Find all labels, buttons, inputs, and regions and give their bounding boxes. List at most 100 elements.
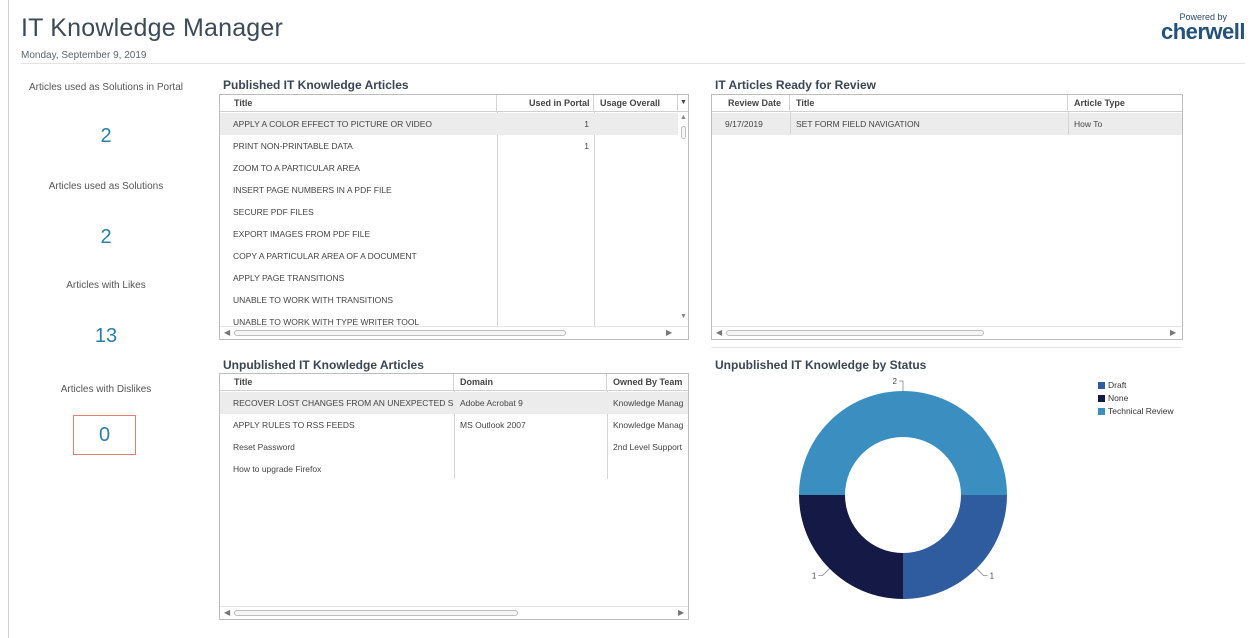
review-col-date[interactable]: Review Date (712, 95, 790, 112)
unpublished-col-domain[interactable]: Domain (454, 374, 607, 391)
data-label-technical-review: 2 (893, 378, 898, 386)
review-articles-title: IT Articles Ready for Review (715, 78, 876, 92)
kpi-portal-solutions-label: Articles used as Solutions in Portal (29, 82, 183, 93)
table-row[interactable]: APPLY A COLOR EFFECT TO PICTURE OR VIDEO… (220, 113, 678, 135)
scrollbar-thumb[interactable] (681, 126, 686, 139)
review-col-divider (1068, 112, 1069, 134)
table-row[interactable]: How to upgrade Firefox (220, 458, 688, 480)
kpi-solutions-value[interactable]: 2 (21, 226, 191, 249)
scroll-right-icon[interactable]: ▶ (666, 327, 672, 339)
row-title: How to upgrade Firefox (233, 464, 322, 474)
row-title: APPLY A COLOR EFFECT TO PICTURE OR VIDEO (233, 119, 433, 129)
review-col-article-type[interactable]: Article Type (1068, 95, 1182, 112)
published-articles-grid: Title Used in Portal Usage Overall ▼ APP… (219, 94, 689, 340)
scroll-left-icon[interactable]: ◀ (716, 327, 722, 339)
kpi-dislikes-value[interactable]: 0 (73, 415, 136, 455)
kpi-portal-solutions-value[interactable]: 2 (21, 125, 191, 148)
header-divider (21, 63, 1245, 64)
brand-logo: Powered by cherwell (1160, 12, 1246, 45)
table-row[interactable]: PRINT NON-PRINTABLE DATA 1 (220, 135, 678, 157)
donut-slice-technical-review[interactable] (799, 391, 1007, 495)
row-usage-overall (594, 113, 678, 135)
review-col-title[interactable]: Title (790, 95, 1068, 112)
legend-swatch (1098, 382, 1105, 389)
horizontal-scrollbar[interactable]: ◀ ▶ (220, 326, 688, 338)
scroll-left-icon[interactable]: ◀ (224, 327, 230, 339)
published-articles-title: Published IT Knowledge Articles (223, 78, 409, 92)
vertical-scrollbar[interactable]: ▲ ▼ (678, 112, 688, 326)
row-title: SECURE PDF FILES (233, 207, 314, 217)
kpi-dislikes-label: Articles with Dislikes (60, 384, 152, 395)
scroll-right-icon[interactable]: ▶ (678, 607, 684, 619)
donut-slice-draft[interactable] (903, 495, 1007, 599)
horizontal-scrollbar[interactable]: ◀ ▶ (712, 326, 1182, 338)
legend-item-technical-review[interactable]: Technical Review (1098, 405, 1174, 418)
legend-label: None (1108, 393, 1129, 403)
data-label-leader (976, 568, 988, 577)
row-review-date: 9/17/2019 (725, 119, 763, 129)
review-articles-grid: Review Date Title Article Type 9/17/2019… (711, 94, 1183, 340)
row-title: COPY A PARTICULAR AREA OF A DOCUMENT (233, 251, 417, 261)
table-row[interactable]: UNABLE TO WORK WITH TYPE WRITER TOOL (220, 311, 678, 327)
row-usage-overall (594, 135, 678, 157)
chart-legend: Draft None Technical Review (1098, 379, 1174, 418)
table-row[interactable]: APPLY RULES TO RSS FEEDS MS Outlook 2007… (220, 414, 688, 436)
status-donut-chart: 2 1 1 (799, 378, 1007, 599)
review-col-divider (790, 112, 791, 134)
table-row[interactable]: APPLY PAGE TRANSITIONS (220, 267, 678, 289)
row-title: RECOVER LOST CHANGES FROM AN UNEXPECTED … (233, 398, 454, 408)
row-used-in-portal: 1 (584, 141, 589, 151)
table-row[interactable]: RECOVER LOST CHANGES FROM AN UNEXPECTED … (220, 392, 688, 414)
row-title: Reset Password (233, 442, 295, 452)
table-row[interactable]: EXPORT IMAGES FROM PDF FILE (220, 223, 678, 245)
unpublished-articles-title: Unpublished IT Knowledge Articles (223, 358, 424, 372)
table-row[interactable]: ZOOM TO A PARTICULAR AREA (220, 157, 678, 179)
data-label-none: 1 (812, 572, 817, 581)
row-title: EXPORT IMAGES FROM PDF FILE (233, 229, 371, 239)
data-label-leader (818, 568, 830, 577)
scroll-right-icon[interactable]: ▶ (1170, 327, 1176, 339)
row-title: PRINT NON-PRINTABLE DATA (233, 141, 353, 151)
status-chart-title: Unpublished IT Knowledge by Status (715, 358, 927, 372)
row-used-in-portal: 1 (584, 119, 589, 129)
dashboard-date: Monday, September 9, 2019 (21, 50, 147, 61)
published-col-used-in-portal[interactable]: Used in Portal (497, 95, 594, 112)
legend-item-none[interactable]: None (1098, 392, 1174, 405)
row-title: ZOOM TO A PARTICULAR AREA (233, 163, 360, 173)
brand-name: cherwell (1160, 19, 1246, 44)
donut-slice-none[interactable] (799, 495, 903, 599)
column-menu-icon[interactable]: ▼ (678, 95, 688, 112)
unpublished-col-title[interactable]: Title (220, 374, 454, 391)
section-divider (711, 347, 1183, 348)
horizontal-scrollbar[interactable]: ◀ ▶ (220, 606, 688, 618)
row-owned-by-team: 2nd Level Support (613, 442, 682, 452)
review-grid-header: Review Date Title Article Type (712, 95, 1182, 112)
table-row[interactable]: UNABLE TO WORK WITH TRANSITIONS (220, 289, 678, 311)
unpublished-articles-grid: Title Domain Owned By Team RECOVER LOST … (219, 373, 689, 620)
table-row[interactable]: SECURE PDF FILES (220, 201, 678, 223)
unpublished-col-owned-by-team[interactable]: Owned By Team (607, 374, 688, 391)
scrollbar-thumb[interactable] (234, 610, 518, 616)
app-title: IT Knowledge Manager (21, 14, 284, 42)
published-col-title[interactable]: Title (220, 95, 497, 112)
kpi-likes-value[interactable]: 13 (21, 325, 191, 348)
table-row[interactable]: INSERT PAGE NUMBERS IN A PDF FILE (220, 179, 678, 201)
scrollbar-thumb[interactable] (726, 330, 984, 336)
table-row[interactable]: Reset Password 2nd Level Support (220, 436, 688, 458)
data-label-draft: 1 (990, 572, 995, 581)
table-row[interactable]: COPY A PARTICULAR AREA OF A DOCUMENT (220, 245, 678, 267)
row-title: APPLY PAGE TRANSITIONS (233, 273, 345, 283)
scroll-down-icon[interactable]: ▼ (680, 313, 687, 320)
scroll-left-icon[interactable]: ◀ (224, 607, 230, 619)
unpublished-grid-header: Title Domain Owned By Team (220, 374, 688, 391)
table-row[interactable]: 9/17/2019 SET FORM FIELD NAVIGATION How … (712, 113, 1182, 135)
legend-item-draft[interactable]: Draft (1098, 379, 1174, 392)
legend-label: Draft (1108, 380, 1127, 390)
scrollbar-thumb[interactable] (234, 330, 566, 336)
scroll-up-icon[interactable]: ▲ (680, 114, 687, 121)
published-col-usage-overall[interactable]: Usage Overall (594, 95, 678, 112)
legend-label: Technical Review (1108, 406, 1174, 416)
data-label-leader (899, 380, 904, 391)
row-domain (454, 436, 607, 458)
row-article-type: How To (1074, 119, 1103, 129)
